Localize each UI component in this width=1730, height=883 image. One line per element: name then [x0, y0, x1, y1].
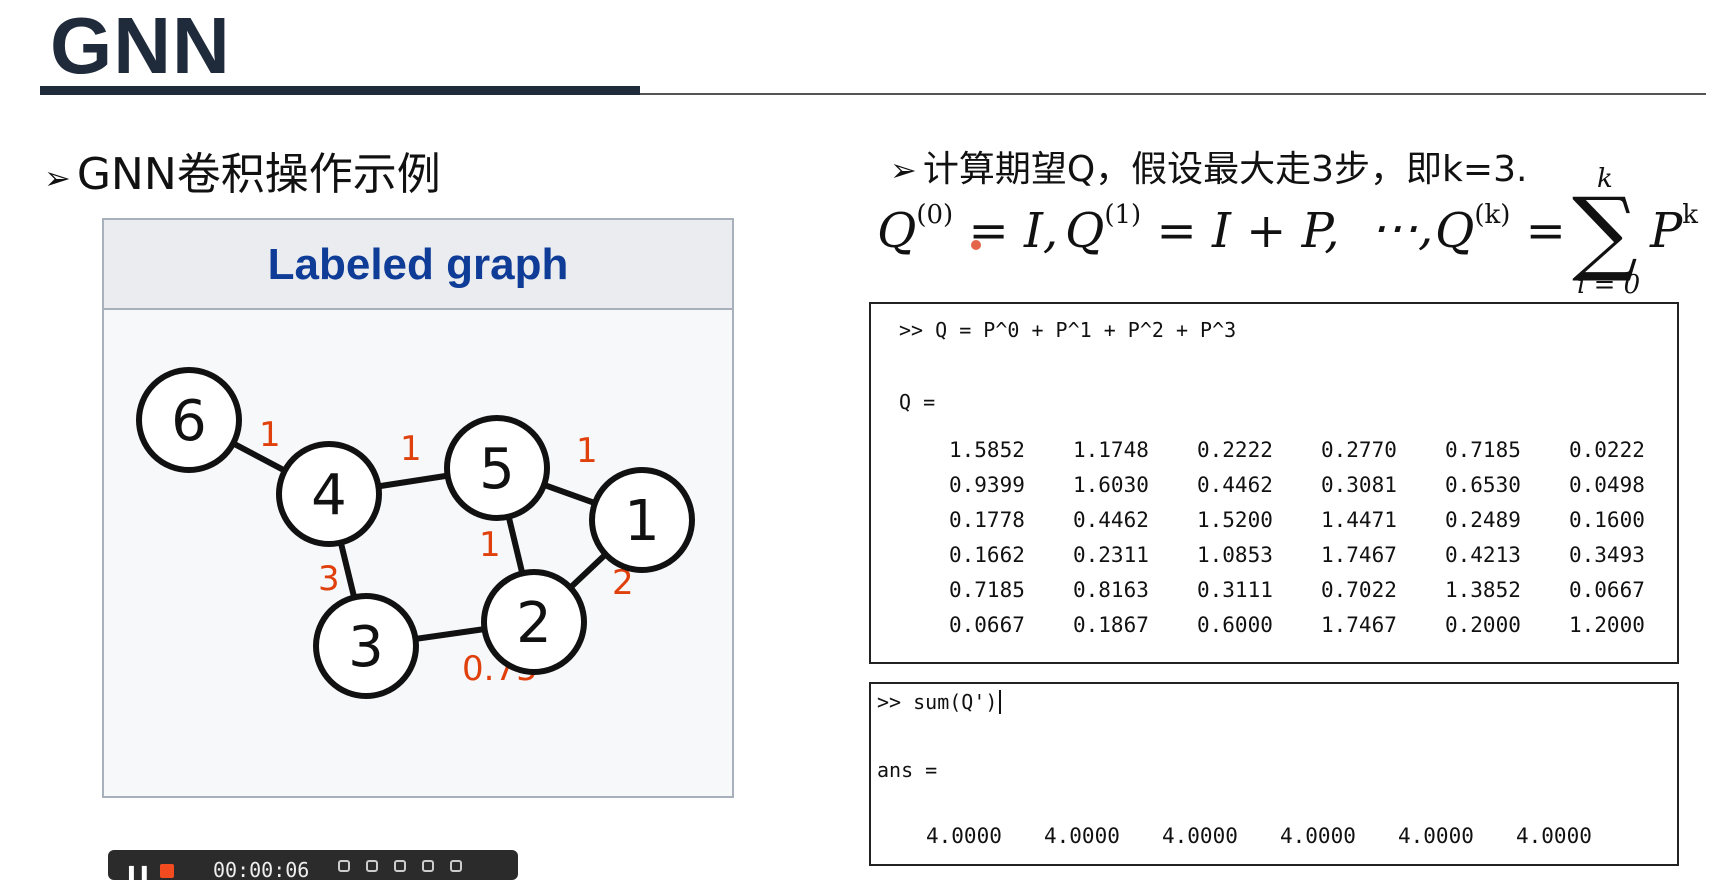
title-underline — [40, 86, 640, 95]
formula-qk: Q(k) = — [1435, 200, 1566, 259]
graph-header: Labeled graph — [104, 220, 732, 310]
matrix-cell: 0.3081 — [1321, 473, 1397, 497]
console-var-label: ans = — [877, 758, 938, 782]
pen-icon[interactable] — [422, 860, 434, 872]
node-label: 6 — [171, 389, 207, 454]
sum-value: 4.0000 — [1516, 824, 1592, 848]
node-label: 4 — [311, 463, 347, 528]
edge-weight-label: 3 — [318, 559, 340, 599]
matlab-console-q: >> Q = P^0 + P^1 + P^2 + P^3 Q = 1.5852 1… — [869, 302, 1679, 664]
left-bullet: ➢ GNN卷积操作示例 — [44, 138, 441, 202]
matrix-cell: 1.7467 — [1321, 613, 1397, 637]
title-rule — [640, 93, 1706, 95]
sum-value: 4.0000 — [1162, 824, 1238, 848]
formula-pk: Pk — [1650, 200, 1699, 259]
matrix-cell: 0.1662 — [949, 543, 1025, 567]
node-label: 1 — [624, 489, 660, 554]
matlab-console-sum: >> sum(Q') ans = 4.0000 4.0000 4.0000 4.000… — [869, 682, 1679, 866]
matrix-row: 0.0667 0.1867 0.6000 1.7467 0.2000 1.2000 — [949, 613, 1693, 637]
matrix-cell: 0.0667 — [949, 613, 1025, 637]
toolbar-tools — [338, 860, 503, 874]
left-bullet-text: GNN卷积操作示例 — [76, 149, 441, 200]
q-formula: Q(0) = I, Q(1) = I + P, ⋯, Q(k) = k ∑ i … — [875, 164, 1715, 300]
matrix-cell: 0.7185 — [1445, 438, 1521, 462]
matrix-cell: 1.1748 — [1073, 438, 1149, 462]
matrix-cell: 0.8163 — [1073, 578, 1149, 602]
matrix-cell: 0.2222 — [1197, 438, 1273, 462]
sum-result-row: 4.0000 4.0000 4.0000 4.0000 4.0000 4.0000 — [926, 824, 1634, 848]
matrix-row: 0.1662 0.2311 1.0853 1.7467 0.4213 0.3493 — [949, 543, 1693, 567]
matrix-cell: 1.5200 — [1197, 508, 1273, 532]
matrix-cell: 0.7022 — [1321, 578, 1397, 602]
matrix-cell: 1.7467 — [1321, 543, 1397, 567]
matrix-row: 0.1778 0.4462 1.5200 1.4471 0.2489 0.1600 — [949, 508, 1693, 532]
matrix-cell: 1.5852 — [949, 438, 1025, 462]
matrix-row: 0.9399 1.6030 0.4462 0.3081 0.6530 0.0498 — [949, 473, 1693, 497]
edge-weight-label: 1 — [479, 525, 501, 565]
edge-weight-label: 1 — [259, 415, 281, 455]
node-label: 5 — [479, 437, 515, 502]
matrix-cell: 0.9399 — [949, 473, 1025, 497]
matrix-cell: 0.6530 — [1445, 473, 1521, 497]
matrix-cell: 1.6030 — [1073, 473, 1149, 497]
edge-weight-label: 1 — [400, 429, 422, 469]
graph-canvas: 1 1 113 20.7564 513 2 — [136, 367, 695, 699]
console-var-label: Q = — [899, 390, 936, 414]
node-label: 3 — [348, 615, 384, 680]
sum-value: 4.0000 — [926, 824, 1002, 848]
matrix-cell: 0.4213 — [1445, 543, 1521, 567]
text-caret — [999, 690, 1002, 714]
recording-time: 00:00:06 — [213, 858, 310, 882]
matrix-cell: 0.6000 — [1197, 613, 1273, 637]
matrix-cell: 1.4471 — [1321, 508, 1397, 532]
matrix-cell: 1.2000 — [1569, 613, 1645, 637]
recording-toolbar: ❚❚ 00:00:06 — [108, 850, 518, 883]
matrix-cell: 0.1778 — [949, 508, 1025, 532]
record-icon[interactable] — [160, 864, 174, 878]
window-icon[interactable] — [450, 860, 462, 872]
matrix-cell: 0.2311 — [1073, 543, 1149, 567]
matrix-cell: 0.4462 — [1073, 508, 1149, 532]
console-command[interactable]: >> sum(Q') — [877, 690, 1002, 714]
edge-weight-label: 1 — [576, 431, 598, 471]
sum-value: 4.0000 — [1398, 824, 1474, 848]
matrix-cell: 0.2770 — [1321, 438, 1397, 462]
sum-value: 4.0000 — [1044, 824, 1120, 848]
camera-icon[interactable] — [338, 860, 350, 872]
matrix-cell: 0.3111 — [1197, 578, 1273, 602]
sum-value: 4.0000 — [1280, 824, 1356, 848]
matrix-cell: 1.0853 — [1197, 543, 1273, 567]
matrix-cell: 0.2489 — [1445, 508, 1521, 532]
sum-lower-limit: i = 0 — [1577, 270, 1641, 300]
console-command: >> Q = P^0 + P^1 + P^2 + P^3 — [899, 318, 1237, 342]
matrix-cell: 0.1867 — [1073, 613, 1149, 637]
matrix-cell: 0.7185 — [949, 578, 1025, 602]
matrix-cell: 0.1600 — [1569, 508, 1645, 532]
matrix-cell: 0.4462 — [1197, 473, 1273, 497]
matrix-row: 0.7185 0.8163 0.3111 0.7022 1.3852 0.0667 — [949, 578, 1693, 602]
matrix-cell: 0.0498 — [1569, 473, 1645, 497]
labeled-graph-panel: Labeled graph 1 1 1 1 3 2 0.75 6 4 5 1 3 2 — [102, 218, 734, 798]
matrix-cell: 1.3852 — [1445, 578, 1521, 602]
slide-title: GNN — [50, 1, 231, 90]
node-label: 2 — [516, 591, 552, 656]
formula-dots: ⋯, — [1370, 200, 1434, 256]
matrix-row: 1.5852 1.1748 0.2222 0.2770 0.7185 0.0222 — [949, 438, 1693, 462]
crop-icon[interactable] — [366, 860, 378, 872]
bullet-arrow-icon: ➢ — [44, 159, 71, 197]
matrix-cell: 0.0667 — [1569, 578, 1645, 602]
sum-symbol: ∑ — [1572, 178, 1638, 285]
matrix-cell: 0.3493 — [1569, 543, 1645, 567]
matrix-cell: 0.0222 — [1569, 438, 1645, 462]
screenshot-icon[interactable] — [394, 860, 406, 872]
formula-q1: Q(1) = I + P, — [1065, 200, 1340, 259]
formula-q0: Q(0) = I, — [877, 200, 1059, 259]
matrix-cell: 0.2000 — [1445, 613, 1521, 637]
